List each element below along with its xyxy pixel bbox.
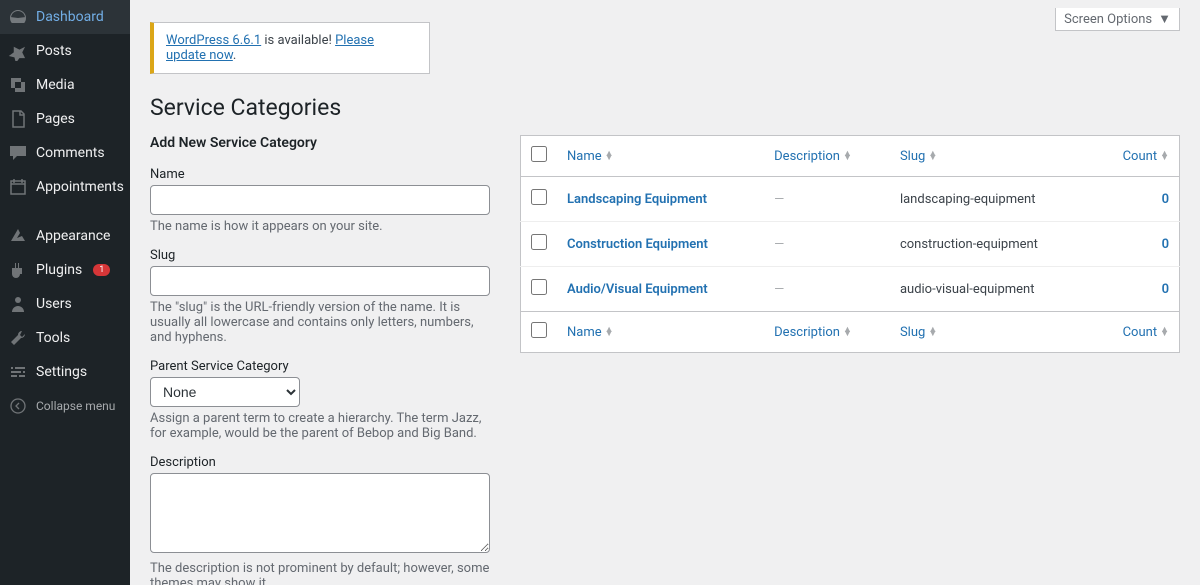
categories-table: Name▲▼ Description▲▼ Slug▲▼ Count▲▼ Land… xyxy=(520,135,1180,353)
sidebar-item-label: Comments xyxy=(36,145,105,161)
parent-label: Parent Service Category xyxy=(150,359,490,374)
admin-sidebar: Dashboard Posts Media Pages Comments App… xyxy=(0,0,130,585)
row-slug: landscaping-equipment xyxy=(890,177,1093,222)
appearance-icon xyxy=(8,226,28,246)
pin-icon xyxy=(8,41,28,61)
settings-icon xyxy=(8,362,28,382)
col-name-footer[interactable]: Name▲▼ xyxy=(557,312,764,353)
select-all-checkbox[interactable] xyxy=(531,146,547,162)
sidebar-item-plugins[interactable]: Plugins 1 xyxy=(0,253,130,287)
sidebar-item-label: Pages xyxy=(36,111,75,127)
update-badge: 1 xyxy=(93,264,110,276)
user-icon xyxy=(8,294,28,314)
row-checkbox[interactable] xyxy=(531,234,547,250)
dashboard-icon xyxy=(8,7,28,27)
select-all-checkbox-footer[interactable] xyxy=(531,322,547,338)
form-heading: Add New Service Category xyxy=(150,135,490,151)
page-icon xyxy=(8,109,28,129)
col-description[interactable]: Description▲▼ xyxy=(764,136,890,177)
sort-icon: ▲▼ xyxy=(843,152,852,160)
sidebar-item-label: Collapse menu xyxy=(36,399,115,413)
col-count[interactable]: Count▲▼ xyxy=(1093,136,1179,177)
table-row: Construction Equipment — construction-eq… xyxy=(521,222,1180,267)
plugin-icon xyxy=(8,260,28,280)
col-description-footer[interactable]: Description▲▼ xyxy=(764,312,890,353)
col-name[interactable]: Name▲▼ xyxy=(557,136,764,177)
parent-select[interactable]: None xyxy=(150,377,300,407)
col-slug-footer[interactable]: Slug▲▼ xyxy=(890,312,1093,353)
col-slug[interactable]: Slug▲▼ xyxy=(890,136,1093,177)
sidebar-item-label: Appointments xyxy=(36,179,124,195)
sidebar-item-media[interactable]: Media xyxy=(0,68,130,102)
sort-icon: ▲▼ xyxy=(843,328,852,336)
row-slug: construction-equipment xyxy=(890,222,1093,267)
sidebar-item-appointments[interactable]: Appointments xyxy=(0,170,130,204)
description-help: The description is not prominent by defa… xyxy=(150,561,490,585)
sort-icon: ▲▼ xyxy=(605,328,614,336)
category-link[interactable]: Construction Equipment xyxy=(567,237,708,252)
sort-icon: ▲▼ xyxy=(1160,152,1169,160)
sidebar-item-label: Media xyxy=(36,77,75,93)
sort-icon: ▲▼ xyxy=(605,152,614,160)
row-checkbox[interactable] xyxy=(531,189,547,205)
sort-icon: ▲▼ xyxy=(928,328,937,336)
wp-version-link[interactable]: WordPress 6.6.1 xyxy=(166,33,261,48)
sidebar-item-label: Plugins xyxy=(36,262,82,278)
row-count[interactable]: 0 xyxy=(1162,237,1169,252)
col-count-footer[interactable]: Count▲▼ xyxy=(1093,312,1179,353)
screen-options-label: Screen Options xyxy=(1064,12,1152,27)
sidebar-item-users[interactable]: Users xyxy=(0,287,130,321)
slug-label: Slug xyxy=(150,248,490,263)
sort-icon: ▲▼ xyxy=(928,152,937,160)
description-textarea[interactable] xyxy=(150,473,490,553)
sidebar-item-label: Tools xyxy=(36,330,70,346)
sidebar-item-settings[interactable]: Settings xyxy=(0,355,130,389)
category-link[interactable]: Landscaping Equipment xyxy=(567,192,707,207)
name-input[interactable] xyxy=(150,185,490,215)
slug-help: The "slug" is the URL-friendly version o… xyxy=(150,300,490,345)
sidebar-item-label: Appearance xyxy=(36,228,110,244)
name-help: The name is how it appears on your site. xyxy=(150,219,490,234)
description-label: Description xyxy=(150,455,490,470)
comment-icon xyxy=(8,143,28,163)
parent-help: Assign a parent term to create a hierarc… xyxy=(150,411,490,441)
update-notice: WordPress 6.6.1 is available! Please upd… xyxy=(150,22,430,74)
sidebar-item-appearance[interactable]: Appearance xyxy=(0,219,130,253)
sidebar-item-pages[interactable]: Pages xyxy=(0,102,130,136)
media-icon xyxy=(8,75,28,95)
table-row: Landscaping Equipment — landscaping-equi… xyxy=(521,177,1180,222)
add-category-form: Add New Service Category Name The name i… xyxy=(150,135,490,585)
collapse-icon xyxy=(8,396,28,416)
sidebar-item-collapse[interactable]: Collapse menu xyxy=(0,389,130,423)
row-checkbox[interactable] xyxy=(531,279,547,295)
row-slug: audio-visual-equipment xyxy=(890,267,1093,312)
sidebar-item-label: Users xyxy=(36,296,72,312)
tools-icon xyxy=(8,328,28,348)
name-label: Name xyxy=(150,167,490,182)
sidebar-item-label: Dashboard xyxy=(36,9,104,25)
row-description: — xyxy=(764,222,890,267)
row-description: — xyxy=(764,267,890,312)
row-count[interactable]: 0 xyxy=(1162,282,1169,297)
page-title: Service Categories xyxy=(150,94,1180,121)
row-count[interactable]: 0 xyxy=(1162,192,1169,207)
sidebar-item-label: Posts xyxy=(36,43,72,59)
sidebar-separator xyxy=(0,209,130,214)
main-content: Screen Options ▼ WordPress 6.6.1 is avai… xyxy=(130,0,1200,585)
calendar-icon xyxy=(8,177,28,197)
sidebar-item-dashboard[interactable]: Dashboard xyxy=(0,0,130,34)
slug-input[interactable] xyxy=(150,266,490,296)
sidebar-item-comments[interactable]: Comments xyxy=(0,136,130,170)
sidebar-item-label: Settings xyxy=(36,364,87,380)
sidebar-item-posts[interactable]: Posts xyxy=(0,34,130,68)
table-row: Audio/Visual Equipment — audio-visual-eq… xyxy=(521,267,1180,312)
sort-icon: ▲▼ xyxy=(1160,328,1169,336)
category-link[interactable]: Audio/Visual Equipment xyxy=(567,282,708,297)
chevron-down-icon: ▼ xyxy=(1158,11,1171,27)
screen-options-button[interactable]: Screen Options ▼ xyxy=(1055,8,1180,31)
sidebar-item-tools[interactable]: Tools xyxy=(0,321,130,355)
row-description: — xyxy=(764,177,890,222)
